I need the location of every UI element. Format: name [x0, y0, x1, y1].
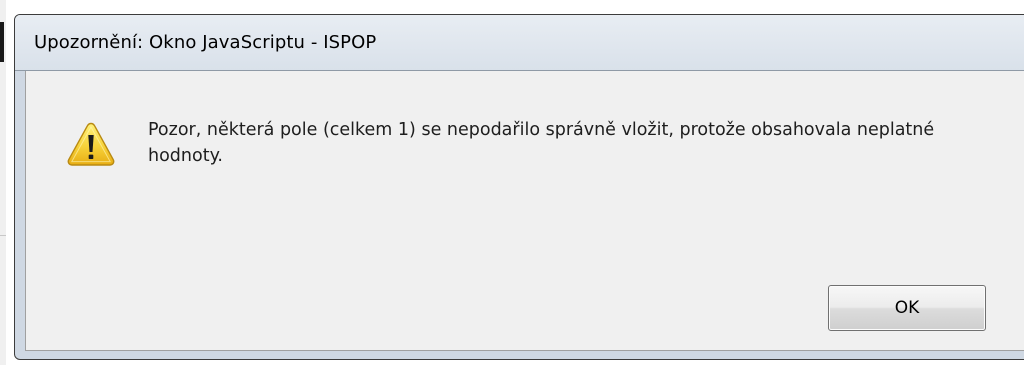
dialog-title: Upozornění: Okno JavaScriptu - ISPOP [34, 32, 377, 53]
background-window-edge [0, 0, 6, 365]
dialog-body: Pozor, některá pole (celkem 1) se nepoda… [25, 71, 1024, 351]
javascript-alert-dialog: Upozornění: Okno JavaScriptu - ISPOP Poz… [14, 14, 1024, 360]
screenshot-stage: Upozornění: Okno JavaScriptu - ISPOP Poz… [0, 0, 1024, 365]
dialog-title-bar[interactable]: Upozornění: Okno JavaScriptu - ISPOP [15, 15, 1024, 71]
warning-icon [67, 122, 115, 166]
dialog-message: Pozor, některá pole (celkem 1) se nepoda… [148, 120, 935, 166]
background-window-edge-line [0, 235, 6, 236]
ok-button[interactable]: OK [828, 285, 986, 331]
background-window-edge-dark [0, 22, 4, 62]
